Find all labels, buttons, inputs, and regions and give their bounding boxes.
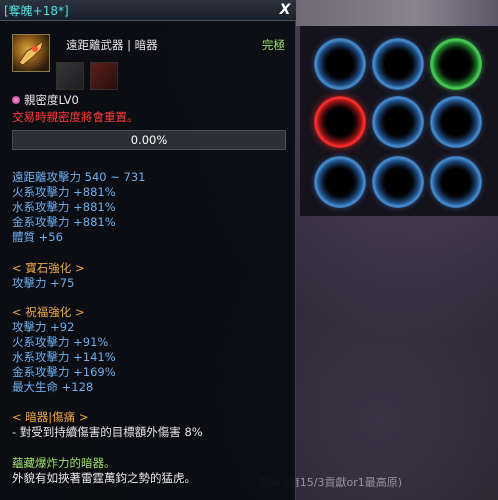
blue-orb-icon[interactable] — [372, 96, 424, 148]
red-orb-icon[interactable] — [314, 96, 366, 148]
bless-stat-line: 火系攻擊力 +91% — [12, 335, 109, 349]
base-stat-line: 體質 +56 — [12, 230, 63, 244]
special-header: < 暗器|傷痛 > — [12, 410, 89, 424]
blue-orb-icon[interactable] — [314, 156, 366, 208]
item-tooltip: [奪魄+18*] X 遠距離武器 | 暗器 完極 親密度LV0 交易時親密度將會… — [0, 0, 296, 500]
item-grade: 完極 — [262, 38, 285, 52]
blue-orb-icon[interactable] — [430, 96, 482, 148]
bless-stat-line: 攻擊力 +92 — [12, 320, 75, 334]
bond-warning: 交易時親密度將會重置。 — [12, 110, 139, 124]
flavor-text-line: 外貌有如挾著雷霆萬鈞之勢的猛虎。 — [12, 471, 196, 485]
orb-grid-panel — [300, 26, 498, 216]
tooltip-header: [奪魄+18*] X — [0, 0, 296, 21]
gem-header: < 寶石強化 > — [12, 261, 85, 275]
close-button[interactable]: X — [276, 1, 294, 19]
green-orb-icon[interactable] — [430, 38, 482, 90]
base-stat-line: 金系攻擊力 +881% — [12, 215, 116, 229]
weapon-item-icon — [12, 34, 50, 72]
bless-stat-line: 水系攻擊力 +141% — [12, 350, 116, 364]
base-stat-line: 水系攻擊力 +881% — [12, 200, 116, 214]
bond-progress-bar: 0.00% — [12, 130, 286, 150]
special-effect: - 對受到持續傷害的目標額外傷害 8% — [12, 425, 203, 439]
blue-orb-icon[interactable] — [314, 38, 366, 90]
gem-stat-line: 攻擊力 +75 — [12, 276, 75, 290]
progress-text: 0.00% — [130, 133, 168, 147]
item-type: 遠距離武器 | 暗器 — [66, 38, 158, 52]
blade-slot-icon — [56, 62, 84, 90]
base-stat-line: 火系攻擊力 +881% — [12, 185, 116, 199]
bless-stat-line: 最大生命 +128 — [12, 380, 94, 394]
item-name: [奪魄+18*] — [4, 4, 69, 18]
blue-orb-icon[interactable] — [372, 156, 424, 208]
flavor-text-line: 蘊藏爆炸力的暗器。 — [12, 456, 116, 470]
blue-orb-icon[interactable] — [430, 156, 482, 208]
heart-icon — [12, 96, 20, 104]
bless-stat-line: 金系攻擊力 +169% — [12, 365, 116, 379]
blue-orb-icon[interactable] — [372, 38, 424, 90]
bond-level: 親密度LV0 — [24, 93, 79, 107]
base-stat-line: 遠距離攻擊力 540 ~ 731 — [12, 170, 146, 184]
bless-header: < 祝福強化 > — [12, 305, 85, 319]
gem-slot-icon — [90, 62, 118, 90]
scene-top-strip — [296, 0, 498, 26]
